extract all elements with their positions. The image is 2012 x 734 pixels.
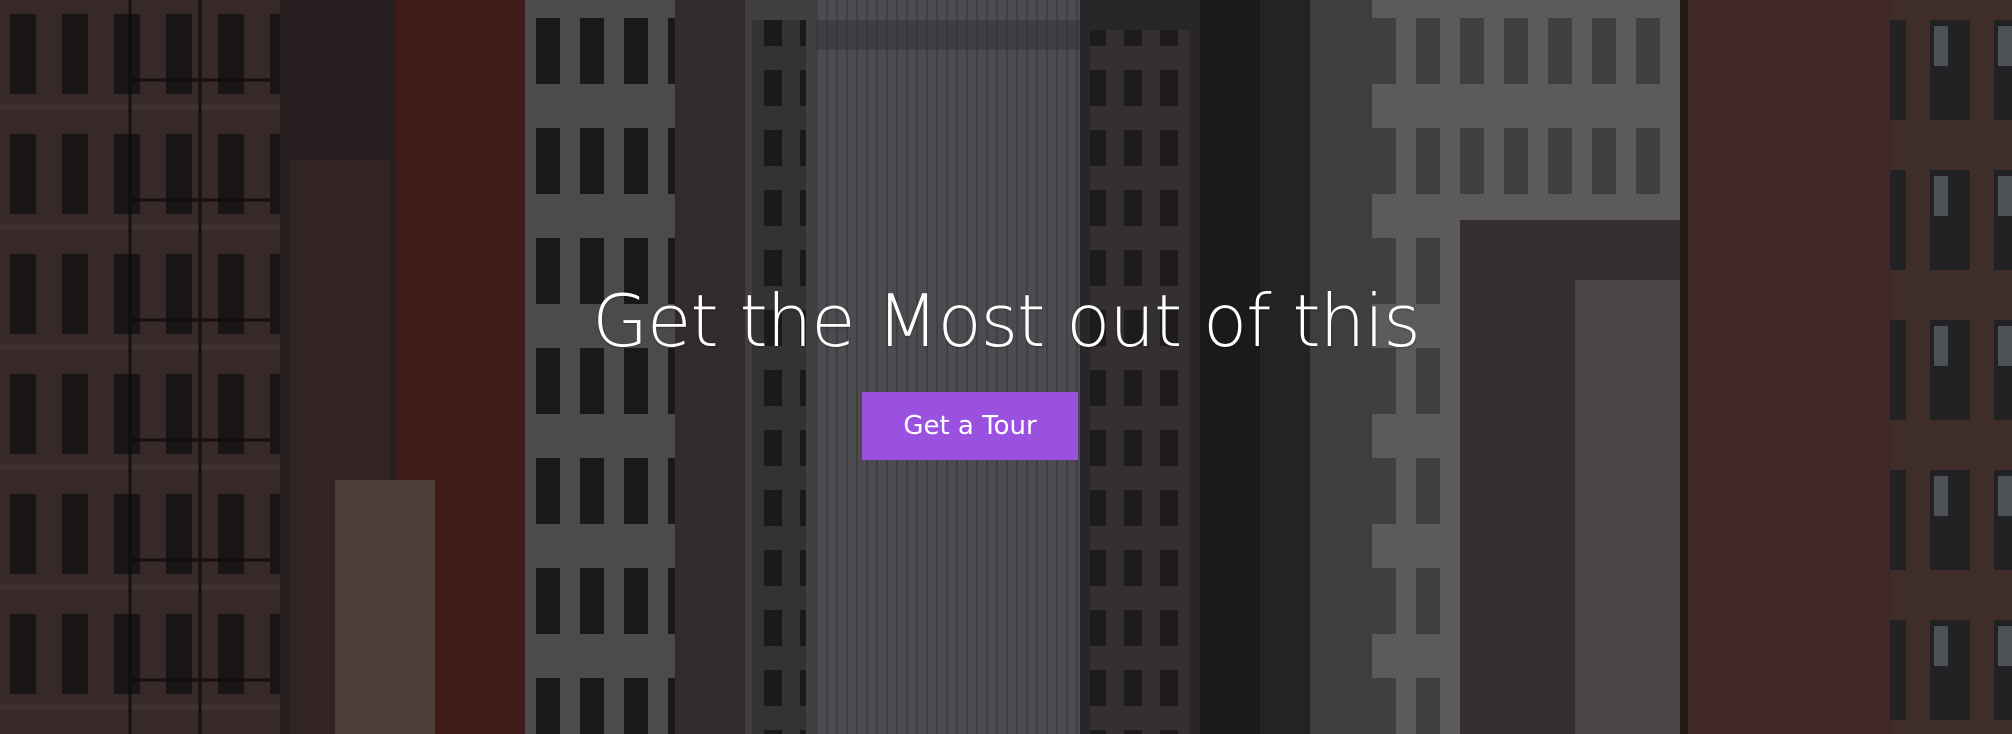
hero-title: Get the Most out of this: [592, 279, 1421, 363]
get-a-tour-button[interactable]: Get a Tour: [862, 392, 1078, 460]
hero-section: Get the Most out of this Get a Tour: [0, 0, 2012, 734]
hero-content: Get the Most out of this Get a Tour: [0, 0, 2012, 734]
